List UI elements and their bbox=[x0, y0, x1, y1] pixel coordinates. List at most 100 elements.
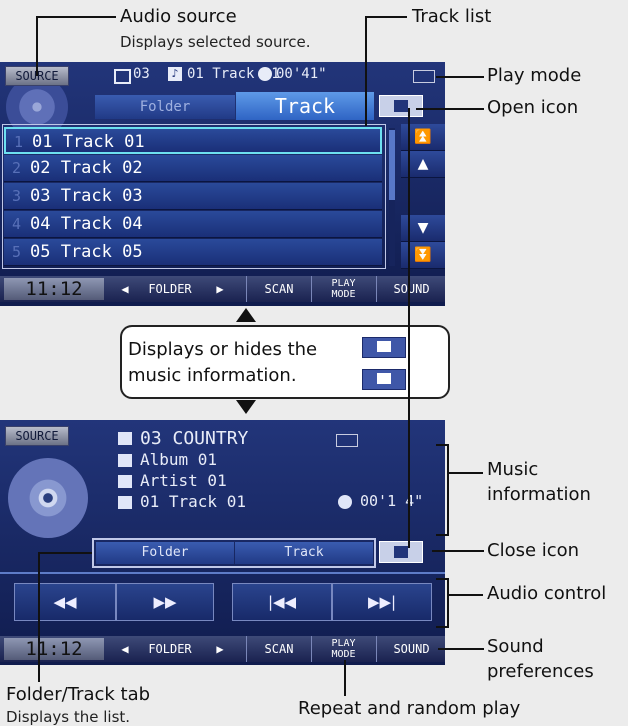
arrow-down-icon bbox=[394, 100, 408, 112]
folder-label: FOLDER bbox=[148, 282, 192, 296]
skip-back-icon: |◀◀ bbox=[267, 593, 297, 611]
disc-icon bbox=[8, 458, 88, 538]
tab-track[interactable]: Track bbox=[236, 92, 374, 120]
album-icon bbox=[118, 454, 132, 467]
callout-sound-pref-line2: preferences bbox=[487, 661, 594, 682]
play-mode-icon bbox=[413, 70, 435, 83]
fast-rewind-button[interactable]: ◀◀ bbox=[14, 583, 116, 621]
folder-icon bbox=[114, 69, 131, 84]
folder-prev-button[interactable]: ◀ bbox=[115, 276, 135, 302]
callout-track-list: Track list bbox=[412, 6, 492, 27]
clock-display: 11:12 bbox=[4, 278, 104, 300]
bottom-bar: 11:12 ◀ FOLDER ▶ SCAN PLAY MODE SOUND bbox=[0, 276, 445, 302]
play-mode-button[interactable]: PLAY MODE bbox=[311, 636, 375, 662]
track-row[interactable]: 3 03 Track 03 bbox=[4, 183, 382, 210]
folder-label: FOLDER bbox=[148, 642, 192, 656]
left-arrow-icon: ◀ bbox=[121, 642, 129, 656]
callout-music-info-line2: information bbox=[487, 484, 591, 505]
callout-audio-control: Audio control bbox=[487, 583, 607, 604]
leader-line bbox=[416, 108, 484, 110]
track-row[interactable]: 1 01 Track 01 bbox=[4, 127, 382, 154]
callout-audio-source: Audio source bbox=[120, 6, 237, 27]
leader-line bbox=[436, 626, 448, 628]
source-button[interactable]: SOURCE bbox=[5, 426, 69, 446]
artist-icon bbox=[118, 475, 132, 488]
leader-line bbox=[447, 472, 483, 474]
scan-button[interactable]: SCAN bbox=[246, 636, 311, 662]
elapsed-time: 00'41" bbox=[276, 66, 327, 82]
bottom-screen: SOURCE 03 COUNTRY Album 01 Artist 01 01 … bbox=[0, 420, 445, 665]
play-mode-icon bbox=[336, 434, 358, 447]
leader-line bbox=[344, 660, 346, 696]
right-arrow-icon: ▶ bbox=[216, 642, 224, 656]
folder-name: 03 COUNTRY bbox=[140, 428, 249, 449]
elapsed-time: 00'1 4" bbox=[360, 492, 424, 510]
callout-music-info-line1: Music bbox=[487, 459, 539, 480]
leader-line bbox=[438, 648, 484, 650]
track-row[interactable]: 5 05 Track 05 bbox=[4, 239, 382, 266]
arrow-up-icon bbox=[394, 546, 408, 558]
open-icon[interactable] bbox=[379, 95, 423, 117]
leader-line bbox=[447, 594, 483, 596]
leader-line bbox=[38, 552, 40, 682]
double-down-icon: ⏬ bbox=[414, 247, 432, 263]
close-icon[interactable] bbox=[379, 541, 423, 563]
open-down-icon bbox=[362, 369, 406, 390]
leader-line bbox=[436, 76, 484, 78]
scan-button[interactable]: SCAN bbox=[246, 276, 311, 302]
clock-icon bbox=[338, 495, 352, 509]
forward-icon: ▶▶ bbox=[153, 593, 177, 611]
callout-repeat-random: Repeat and random play bbox=[298, 698, 521, 719]
info-text-line1: Displays or hides the bbox=[128, 339, 318, 360]
music-note-icon: ♪ bbox=[168, 67, 182, 81]
scrollbar-thumb[interactable] bbox=[389, 130, 395, 200]
info-text-line2: music information. bbox=[128, 365, 297, 386]
divider bbox=[0, 572, 445, 574]
previous-track-button[interactable]: |◀◀ bbox=[232, 583, 332, 621]
rewind-icon: ◀◀ bbox=[53, 593, 77, 611]
folder-number: 03 bbox=[133, 66, 150, 82]
tab-folder[interactable]: Folder bbox=[96, 542, 234, 564]
open-up-icon bbox=[362, 337, 406, 358]
callout-close-icon: Close icon bbox=[487, 540, 580, 561]
leader-line bbox=[365, 16, 407, 18]
leader-line bbox=[36, 16, 38, 76]
callout-sound-pref-line1: Sound bbox=[487, 636, 544, 657]
leader-line bbox=[38, 552, 92, 554]
bottom-bar: 11:12 ◀ FOLDER ▶ SCAN PLAY MODE SOUND bbox=[0, 636, 445, 662]
track-row[interactable]: 4 04 Track 04 bbox=[4, 211, 382, 238]
right-arrow-icon: ▶ bbox=[216, 282, 224, 296]
leader-line bbox=[436, 534, 448, 536]
sound-button[interactable]: SOUND bbox=[376, 276, 445, 302]
album-name: Album 01 bbox=[140, 450, 218, 469]
skip-forward-icon: ▶▶| bbox=[367, 593, 397, 611]
clock-display: 11:12 bbox=[4, 638, 104, 660]
folder-next-button[interactable]: ▶ bbox=[205, 636, 235, 662]
double-up-icon: ⏫ bbox=[414, 129, 432, 145]
arrow-up-indicator bbox=[236, 308, 256, 322]
callout-open-icon: Open icon bbox=[487, 97, 579, 118]
callout-folder-track-tab: Folder/Track tab bbox=[6, 684, 151, 705]
track-name: 01 Track 01 bbox=[140, 492, 246, 511]
leader-line bbox=[447, 444, 449, 536]
tab-folder[interactable]: Folder bbox=[95, 95, 235, 119]
folder-next-button[interactable]: ▶ bbox=[205, 276, 235, 302]
leader-line bbox=[447, 578, 449, 628]
info-callout-box: Displays or hides the music information. bbox=[120, 325, 450, 399]
down-icon: ▼ bbox=[417, 220, 429, 236]
leader-line bbox=[365, 16, 367, 126]
clock-icon bbox=[258, 67, 272, 81]
fast-forward-button[interactable]: ▶▶ bbox=[116, 583, 214, 621]
leader-line bbox=[36, 16, 116, 18]
track-row[interactable]: 2 02 Track 02 bbox=[4, 155, 382, 182]
folder-prev-button[interactable]: ◀ bbox=[115, 636, 135, 662]
up-icon: ▲ bbox=[417, 156, 429, 172]
top-screen: SOURCE 03 ♪ 01 Track 01 00'41" Folder Tr… bbox=[0, 62, 445, 306]
tab-track[interactable]: Track bbox=[235, 542, 373, 564]
music-note-icon bbox=[118, 496, 132, 509]
next-track-button[interactable]: ▶▶| bbox=[332, 583, 432, 621]
play-mode-button[interactable]: PLAY MODE bbox=[311, 276, 375, 302]
artist-name: Artist 01 bbox=[140, 471, 227, 490]
sound-button[interactable]: SOUND bbox=[376, 636, 445, 662]
left-arrow-icon: ◀ bbox=[121, 282, 129, 296]
